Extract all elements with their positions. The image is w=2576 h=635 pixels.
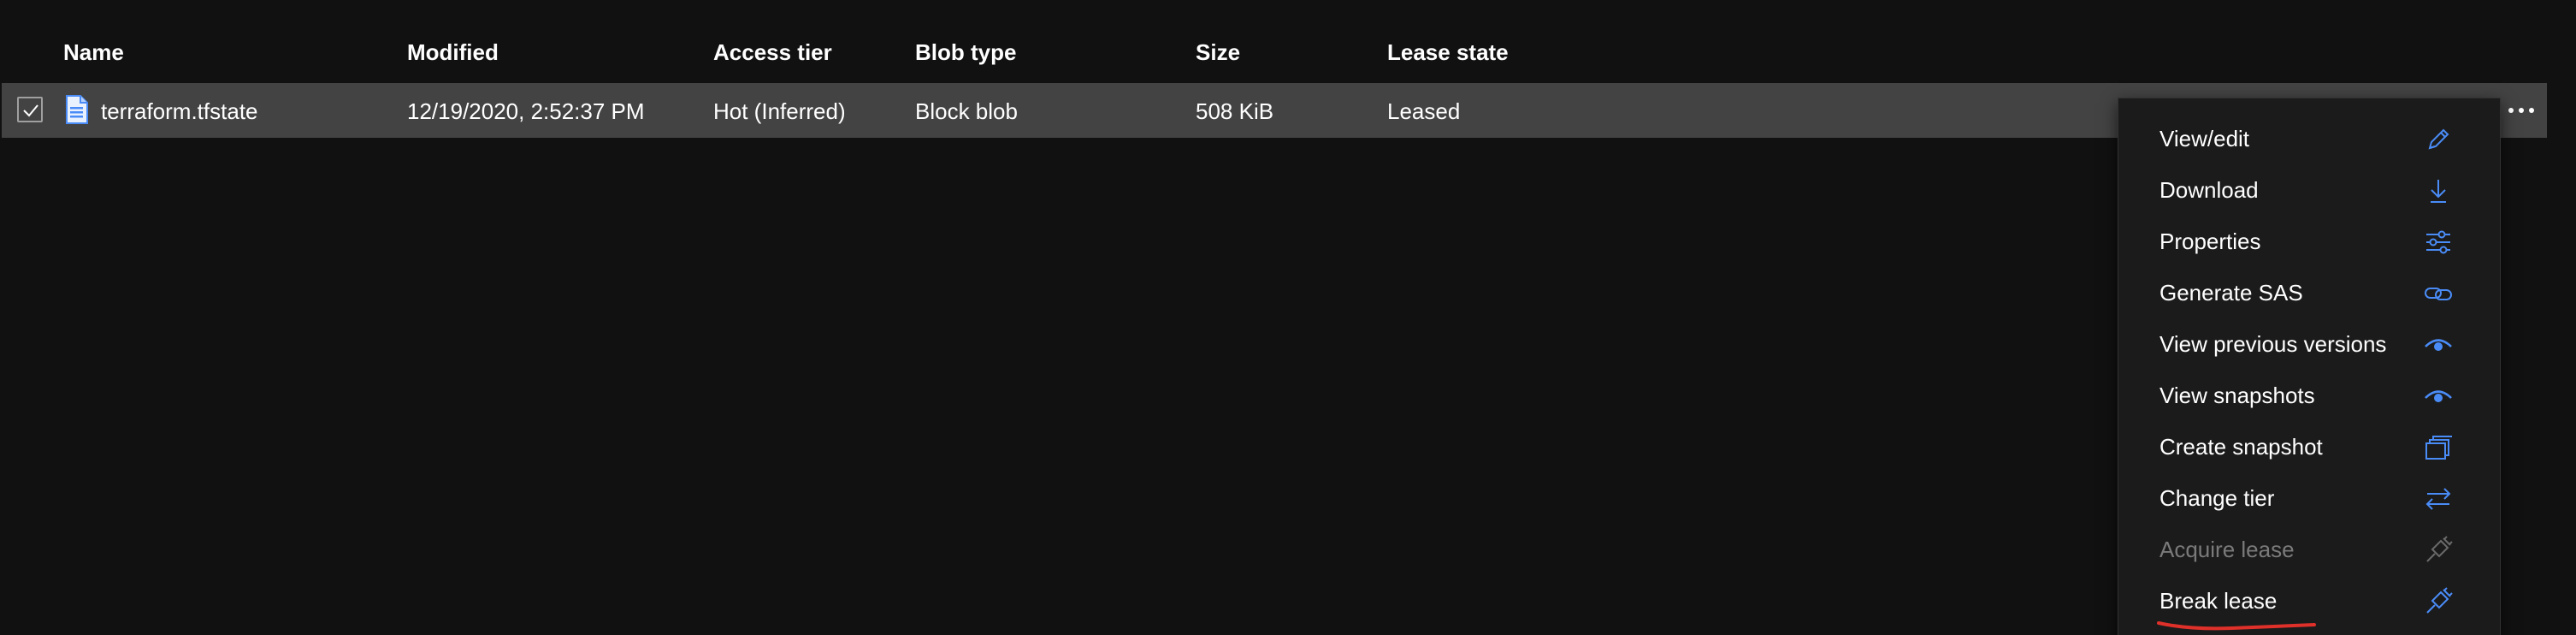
column-header-blob-type[interactable]: Blob type — [915, 39, 1016, 66]
menu-item-label: Generate SAS — [2159, 280, 2303, 306]
ellipsis-dot — [2529, 108, 2534, 113]
cell-access-tier: Hot (Inferred) — [713, 98, 846, 124]
checkmark-icon — [23, 104, 38, 117]
link-icon — [2425, 288, 2452, 300]
storage-browser-page: Name Modified Access tier Blob type Size… — [0, 0, 2576, 635]
annotation-underline — [2157, 621, 2316, 631]
download-icon — [2431, 180, 2446, 203]
more-actions-button[interactable] — [2497, 93, 2545, 128]
menu-item-download[interactable]: Download — [2118, 165, 2500, 217]
table-header: Name Modified Access tier Blob type Size… — [0, 33, 2549, 75]
column-header-name[interactable]: Name — [63, 39, 124, 66]
ellipsis-dot — [2519, 108, 2524, 113]
menu-item-label: Create snapshot — [2159, 434, 2323, 460]
menu-item-label: View previous versions — [2159, 331, 2387, 357]
cell-name[interactable]: terraform.tfstate — [101, 98, 258, 125]
eye-icon — [2425, 339, 2452, 351]
row-checkbox[interactable] — [17, 97, 43, 122]
menu-item-view-previous-versions[interactable]: View previous versions — [2118, 319, 2500, 371]
menu-item-label: Properties — [2159, 228, 2261, 254]
menu-item-label: Download — [2159, 177, 2259, 203]
menu-item-create-snapshot[interactable]: Create snapshot — [2118, 422, 2500, 473]
menu-item-change-tier[interactable]: Change tier — [2118, 473, 2500, 525]
menu-item-acquire-lease: Acquire lease — [2118, 525, 2500, 576]
column-header-size[interactable]: Size — [1196, 39, 1240, 66]
context-menu: View/edit Download Properties Generate S… — [2118, 98, 2501, 635]
menu-item-view-edit[interactable]: View/edit — [2118, 114, 2500, 165]
column-header-lease-state[interactable]: Lease state — [1387, 39, 1509, 66]
cell-lease-state: Leased — [1387, 98, 1461, 124]
column-header-access-tier[interactable]: Access tier — [713, 39, 832, 66]
menu-item-label: Break lease — [2159, 588, 2278, 614]
swap-arrows-icon — [2425, 488, 2451, 510]
menu-item-properties[interactable]: Properties — [2118, 217, 2500, 268]
menu-item-label: Acquire lease — [2159, 537, 2295, 562]
cell-size: 508 KiB — [1196, 98, 1274, 124]
menu-item-label: Change tier — [2159, 485, 2275, 511]
menu-item-label: View/edit — [2159, 126, 2250, 151]
menu-item-view-snapshots[interactable]: View snapshots — [2118, 371, 2500, 422]
cell-blob-type: Block blob — [915, 98, 1018, 124]
menu-item-label: View snapshots — [2159, 383, 2315, 408]
menu-item-generate-sas[interactable]: Generate SAS — [2118, 268, 2500, 319]
ellipsis-dot — [2508, 108, 2514, 113]
snapshot-stack-icon — [2425, 436, 2452, 460]
plug-icon — [2426, 587, 2453, 614]
eye-icon — [2425, 390, 2452, 402]
cell-modified: 12/19/2020, 2:52:37 PM — [407, 98, 645, 124]
column-header-modified[interactable]: Modified — [407, 39, 499, 66]
plug-icon — [2426, 536, 2453, 562]
pencil-icon — [2428, 128, 2449, 150]
file-document-icon — [66, 95, 88, 124]
properties-sliders-icon — [2426, 230, 2450, 254]
